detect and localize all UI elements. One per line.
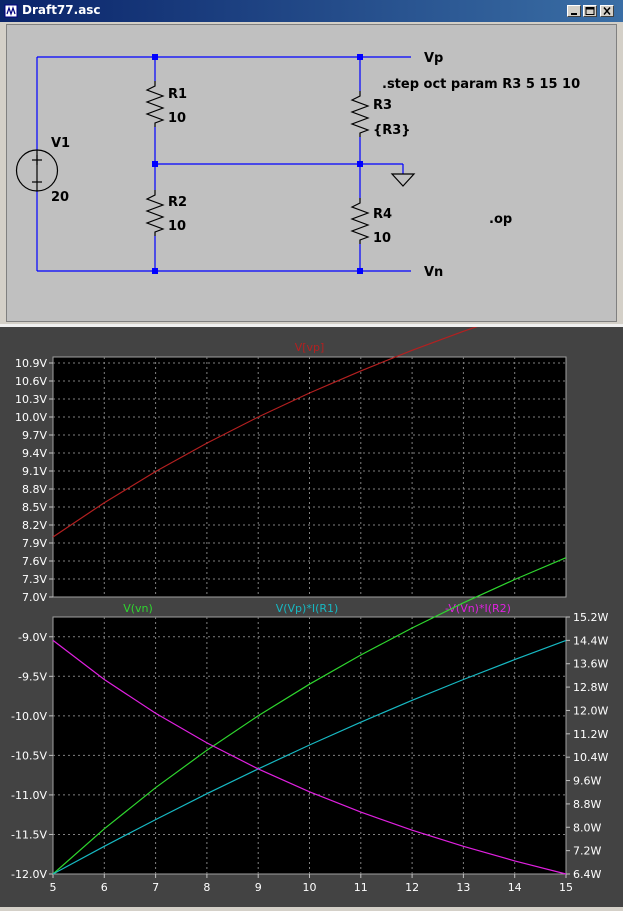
pane-2-trace-label-vn: V(vn) xyxy=(123,602,153,615)
pane-1-ytick-label: 10.6V xyxy=(15,375,47,388)
pane-2-right-ytick-label: 6.4W xyxy=(573,868,601,881)
pane-2-right-ytick-label: 7.2W xyxy=(573,845,601,858)
pane-1-ytick-label: 9.4V xyxy=(22,447,47,460)
x-axis-tick-label: 10 xyxy=(303,881,317,894)
pane-2-right-ytick-label: 10.4W xyxy=(573,751,608,764)
pane-2-right-ytick-label: 8.8W xyxy=(573,798,601,811)
close-icon xyxy=(603,7,611,15)
pane-1-ytick-label: 10.0V xyxy=(15,411,47,424)
net-label-vp: Vp xyxy=(424,51,443,66)
op-directive[interactable]: .op xyxy=(489,212,512,227)
x-axis-tick-label: 14 xyxy=(508,881,522,894)
pane-1-ytick-label: 9.1V xyxy=(22,465,47,478)
r2-value: 10 xyxy=(168,219,186,234)
pane-2-left-ytick-label: -9.5V xyxy=(18,670,47,683)
schematic-drawing[interactable]: Vp Vn .step oct param R3 5 15 10 .op V1 … xyxy=(6,24,617,322)
pane-1-ytick-label: 8.2V xyxy=(22,519,47,532)
pane-2-left-ytick-label: -10.0V xyxy=(11,710,47,723)
pane-2-right-ytick-label: 13.6W xyxy=(573,658,608,671)
pane-2-left-ytick-label: -11.0V xyxy=(11,789,47,802)
r4-value: 10 xyxy=(373,231,391,246)
x-axis-tick-label: 12 xyxy=(405,881,419,894)
r3-value: {R3} xyxy=(373,123,411,138)
maximize-button[interactable] xyxy=(583,5,597,17)
r1-name: R1 xyxy=(168,87,187,102)
pane-1-trace-label-vp: V[vp] xyxy=(295,341,325,354)
r4-name: R4 xyxy=(373,207,392,222)
pane-1-ytick-label: 10.3V xyxy=(15,393,47,406)
x-axis-tick-label: 15 xyxy=(559,881,573,894)
maximize-icon xyxy=(585,7,595,15)
pane-2-right-ytick-label: 8.0W xyxy=(573,821,601,834)
x-axis-tick-label: 5 xyxy=(50,881,57,894)
x-axis-tick-label: 7 xyxy=(152,881,159,894)
plot-svg[interactable]: 7.0V 7.3V 7.6V 7.9V 8.2V 8.5V 8.8V 9.1V 9.4V 9.7V… xyxy=(0,296,623,907)
step-directive[interactable]: .step oct param R3 5 15 10 xyxy=(382,77,580,92)
schematic-canvas[interactable]: Vp Vn .step oct param R3 5 15 10 .op V1 … xyxy=(6,24,617,322)
pane-1-ytick-label: 10.9V xyxy=(15,357,47,370)
pane-1-ytick-label: 7.3V xyxy=(22,573,47,586)
pane-2-left-ytick-label: -9.0V xyxy=(18,631,47,644)
minimize-icon xyxy=(571,13,577,15)
x-axis-tick-label: 6 xyxy=(101,881,108,894)
waveform-viewer[interactable]: 7.0V 7.3V 7.6V 7.9V 8.2V 8.5V 8.8V 9.1V 9.4V 9.7V… xyxy=(0,296,623,907)
minimize-button[interactable] xyxy=(567,5,581,17)
pane-2-right-ytick-label: 14.4W xyxy=(573,634,608,647)
pane-1-ytick-label: 7.6V xyxy=(22,555,47,568)
pane-2-left-ytick-label: -10.5V xyxy=(11,749,47,762)
pane-2-right-ytick-label: 9.6W xyxy=(573,775,601,788)
pane-2-trace-label-power-r1: V(Vp)*I(R1) xyxy=(276,602,339,615)
pane-1-ytick-label: 7.9V xyxy=(22,537,47,550)
x-axis-tick-label: 13 xyxy=(456,881,470,894)
pane-2-right-ytick-label: 12.0W xyxy=(573,704,608,717)
pane-1-ytick-label: 8.5V xyxy=(22,501,47,514)
window-title: Draft77.asc xyxy=(22,3,101,17)
r3-name: R3 xyxy=(373,98,392,113)
pane-1-ytick-label: 9.7V xyxy=(22,429,47,442)
net-label-vn: Vn xyxy=(424,265,443,280)
pane-2-right-ytick-label: 12.8W xyxy=(573,681,608,694)
v1-value: 20 xyxy=(51,190,69,205)
pane-2-left-ytick-label: -11.5V xyxy=(11,828,47,841)
pane-1-ytick-label: 8.8V xyxy=(22,483,47,496)
r2-name: R2 xyxy=(168,195,187,210)
close-button[interactable] xyxy=(600,5,614,17)
title-bar: Draft77.asc xyxy=(0,0,623,22)
x-axis-tick-label: 8 xyxy=(203,881,210,894)
pane-2-trace-label-power-r2: -V(Vn)*I(R2) xyxy=(445,602,511,615)
pane-2-right-ytick-label: 11.2W xyxy=(573,728,608,741)
ltspice-app-icon xyxy=(4,4,18,18)
r1-value: 10 xyxy=(168,111,186,126)
ground-icon xyxy=(390,173,416,187)
pane-2-left-ytick-label: -12.0V xyxy=(11,868,47,881)
v1-name: V1 xyxy=(51,136,70,151)
voltage-source-v1[interactable] xyxy=(15,149,59,192)
pane-2-right-ytick-label: 15.2W xyxy=(573,611,608,624)
x-axis-tick-label: 9 xyxy=(255,881,262,894)
x-axis-tick-label: 11 xyxy=(354,881,368,894)
pane-1-ytick-label: 7.0V xyxy=(22,591,47,604)
